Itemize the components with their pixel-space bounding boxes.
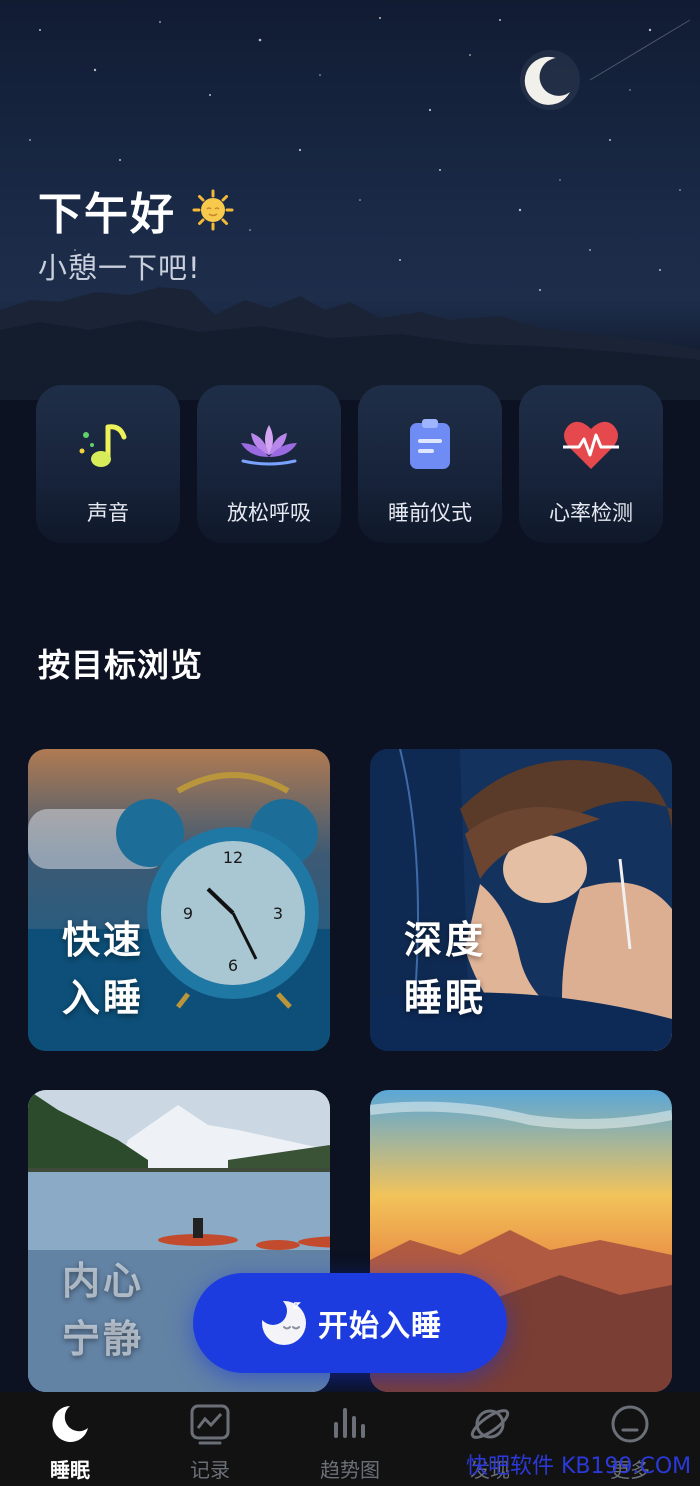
bar-chart-icon (334, 1408, 365, 1438)
sleeping-moon-icon (259, 1297, 306, 1345)
nav-item-trend[interactable]: 趋势图 (280, 1392, 420, 1486)
goal-card-fast-sleep[interactable]: 12 3 6 9 快速 入睡 (28, 749, 330, 1051)
start-sleep-button[interactable]: 开始入睡 (193, 1273, 507, 1373)
goal-card-deep-sleep-line2: 睡眠 (404, 976, 487, 1020)
action-heart-rate-label: 心率检测 (549, 501, 633, 525)
nav-item-trend-label: 趋势图 (320, 1458, 380, 1482)
nav-item-sleep-label: 睡眠 (50, 1458, 90, 1482)
greeting-text: 下午好 (38, 189, 176, 240)
greeting-subtitle: 小憩一下吧! (38, 251, 201, 285)
music-note-icon (79, 424, 127, 467)
watermark-text: 快吧软件 KB199.COM (466, 1454, 692, 1479)
heart-rate-icon (563, 421, 619, 469)
nav-item-record[interactable]: 记录 (140, 1392, 280, 1486)
nav-item-sleep[interactable]: 睡眠 (0, 1392, 140, 1486)
action-bedtime-ritual-label: 睡前仪式 (388, 501, 472, 525)
svg-text:3: 3 (273, 904, 283, 923)
goal-card-inner-peace-line1: 内心 (62, 1259, 145, 1303)
smiley-icon (611, 1405, 649, 1443)
goal-card-fast-sleep-line2: 入睡 (62, 976, 145, 1020)
action-sound-label: 声音 (87, 501, 129, 525)
action-breathing-label: 放松呼吸 (227, 501, 311, 525)
greeting-title: 下午好 (38, 178, 234, 242)
moon-icon (52, 1406, 88, 1442)
start-sleep-label: 开始入睡 (318, 1309, 442, 1344)
section-title: 按目标浏览 (38, 646, 204, 684)
nav-item-record-label: 记录 (190, 1458, 230, 1482)
planet-icon (470, 1409, 510, 1439)
quick-actions: 声音 放松呼吸 睡前仪式 心率检测 (36, 385, 664, 545)
action-breathing[interactable]: 放松呼吸 (197, 385, 341, 543)
goal-card-fast-sleep-line1: 快速 (62, 918, 145, 962)
goal-card-deep-sleep-line1: 深度 (404, 918, 487, 962)
clipboard-icon (410, 419, 450, 469)
svg-text:6: 6 (228, 956, 238, 975)
lotus-icon (241, 425, 297, 466)
goal-card-inner-peace-line2: 宁静 (62, 1317, 145, 1361)
svg-text:12: 12 (223, 848, 243, 867)
action-bedtime-ritual[interactable]: 睡前仪式 (358, 385, 502, 543)
action-sound[interactable]: 声音 (36, 385, 180, 543)
sun-icon (192, 189, 234, 231)
goal-card-deep-sleep[interactable]: 深度 睡眠 (370, 749, 672, 1051)
chart-record-icon (190, 1404, 230, 1445)
svg-text:9: 9 (183, 904, 193, 923)
hero-night-sky: 下午好 小憩一下吧! (0, 0, 700, 400)
action-heart-rate[interactable]: 心率检测 (519, 385, 663, 543)
